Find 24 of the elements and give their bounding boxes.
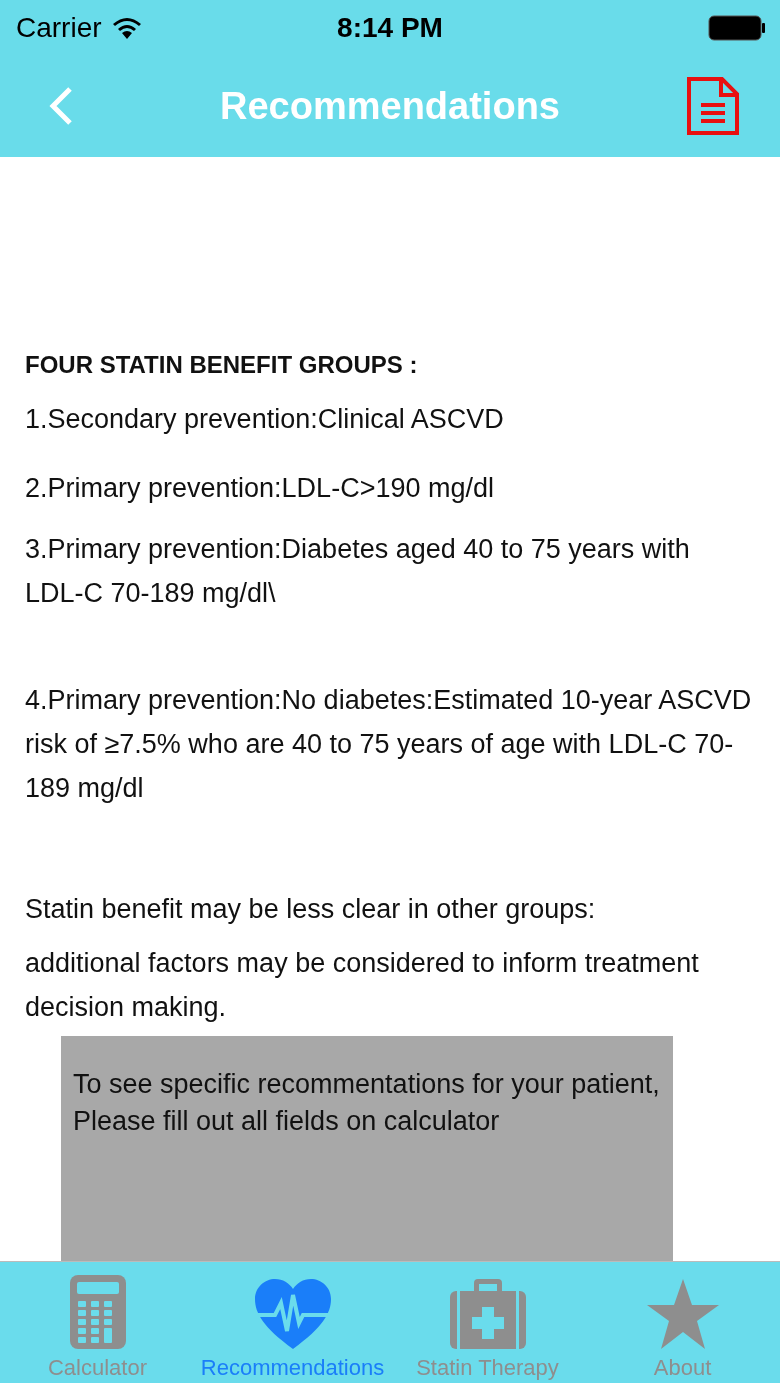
carrier-label: Carrier — [16, 11, 102, 44]
document-button[interactable] — [686, 76, 740, 136]
battery-icon — [708, 14, 766, 41]
tab-item[interactable]: About — [585, 1262, 780, 1383]
notice-panel: To see specific recommentations for your patient, Please fill out all fields on calculator — [61, 1036, 673, 1261]
screen-title: Recommendations — [220, 84, 560, 127]
first-aid-kit-icon — [447, 1277, 528, 1351]
body-paragraph: additional factors may be considered to inform treatment decision making. — [25, 947, 700, 1024]
tab-item[interactable]: Recommendations — [195, 1262, 390, 1383]
document-icon — [686, 76, 740, 136]
body-paragraph: Statin benefit may be less clear in other groups: — [25, 893, 597, 926]
body-paragraph: 3.Primary prevention:Diabetes aged 40 to 75 years with LDL-C 70-189 mg/dl\ — [25, 533, 691, 610]
body-paragraph: 4.Primary prevention:No diabetes:Estimated 10-year ASCVD risk of ≥7.5% who are 40 to 75 years of age with LDL-C 70-189 mg/dl — [25, 684, 753, 805]
back-chevron-icon — [48, 86, 74, 126]
clock-time: 8:14 PM — [337, 11, 443, 43]
tab-item[interactable]: Statin Therapy — [390, 1262, 585, 1383]
section-heading: FOUR STATIN BENEFIT GROUPS : — [25, 350, 419, 380]
tab-item[interactable]: Calculator — [0, 1262, 195, 1383]
heart-pulse-icon — [252, 1277, 333, 1351]
back-button[interactable] — [48, 86, 74, 126]
body-paragraph: 1.Secondary prevention:Clinical ASCVD — [25, 403, 505, 436]
body-paragraph: 2.Primary prevention:LDL-C>190 mg/dl — [25, 472, 495, 505]
calculator-icon — [67, 1273, 128, 1351]
wifi-icon — [111, 16, 142, 39]
